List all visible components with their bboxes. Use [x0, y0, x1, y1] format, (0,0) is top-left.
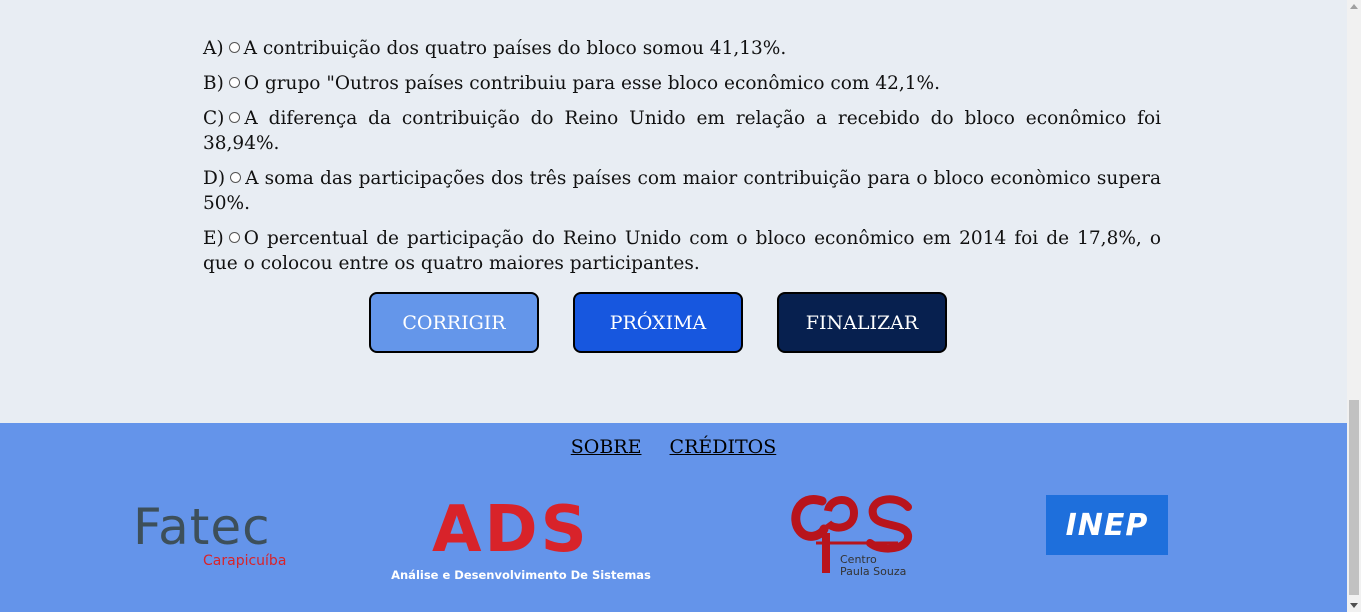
ads-logo-name: ADS [432, 493, 590, 567]
radio-button-c[interactable] [229, 112, 241, 123]
option-text: O percentual de participação do Reino Un… [203, 228, 1161, 274]
option-letter: C) [203, 108, 225, 129]
option-text: A contribuição dos quatro países do bloc… [243, 38, 787, 59]
option-d[interactable]: D) A soma das participações dos três país… [203, 166, 1161, 216]
cps-logo-line2: Paula Souza [840, 565, 906, 578]
answer-options: A) A contribuição dos quatro países do bl… [203, 36, 1161, 286]
fatec-logo-name: Fatec [133, 498, 271, 556]
action-buttons: CORRIGIR PRÓXIMA FINALIZAR [369, 292, 947, 353]
fatec-logo-city: Carapicuíba [203, 553, 287, 569]
option-letter: A) [203, 38, 224, 59]
cps-logo-mark: Centro Paula Souza [791, 495, 912, 578]
option-text: A soma das participações dos três países… [203, 168, 1161, 214]
option-b[interactable]: B) O grupo "Outros países contribuiu para… [203, 71, 1161, 96]
scroll-down-icon[interactable] [1350, 603, 1358, 608]
creditos-link[interactable]: CRÉDITOS [670, 436, 777, 458]
option-letter: D) [203, 168, 226, 189]
proxima-button[interactable]: PRÓXIMA [573, 292, 743, 353]
option-text: O grupo "Outros países contribuiu para e… [243, 73, 940, 94]
cps-logo: Centro Paula Souza [788, 491, 918, 581]
footer-links: SOBRE CRÉDITOS [0, 436, 1347, 458]
question-area: A) A contribuição dos quatro países do bl… [0, 0, 1347, 423]
ads-logo-subtitle: Análise e Desenvolvimento De Sistemas [391, 568, 651, 582]
finalizar-button[interactable]: FINALIZAR [777, 292, 947, 353]
option-c[interactable]: C) A diferença da contribuição do Reino U… [203, 106, 1161, 156]
radio-button-b[interactable] [228, 77, 240, 88]
inep-logo: INEP [1046, 495, 1168, 555]
option-a[interactable]: A) A contribuição dos quatro países do bl… [203, 36, 1161, 61]
radio-button-d[interactable] [230, 172, 242, 183]
inep-logo-name: INEP [1065, 507, 1149, 543]
option-e[interactable]: E) O percentual de participação do Reino … [203, 226, 1161, 276]
sobre-link[interactable]: SOBRE [571, 436, 642, 458]
fatec-logo: Fatec Carapicuíba [133, 501, 293, 573]
footer: SOBRE CRÉDITOS Fatec Carapicuíba ADS Aná… [0, 423, 1347, 612]
ads-logo: ADS Análise e Desenvolvimento De Sistema… [376, 493, 666, 589]
option-letter: E) [203, 228, 224, 249]
corrigir-button[interactable]: CORRIGIR [369, 292, 539, 353]
option-letter: B) [203, 73, 224, 94]
option-text: A diferença da contribuição do Reino Uni… [203, 108, 1161, 154]
scrollbar-thumb[interactable] [1349, 400, 1359, 595]
radio-button-a[interactable] [228, 42, 240, 53]
radio-button-e[interactable] [228, 232, 240, 243]
vertical-scrollbar[interactable] [1347, 0, 1361, 612]
scroll-up-icon[interactable] [1350, 4, 1358, 9]
